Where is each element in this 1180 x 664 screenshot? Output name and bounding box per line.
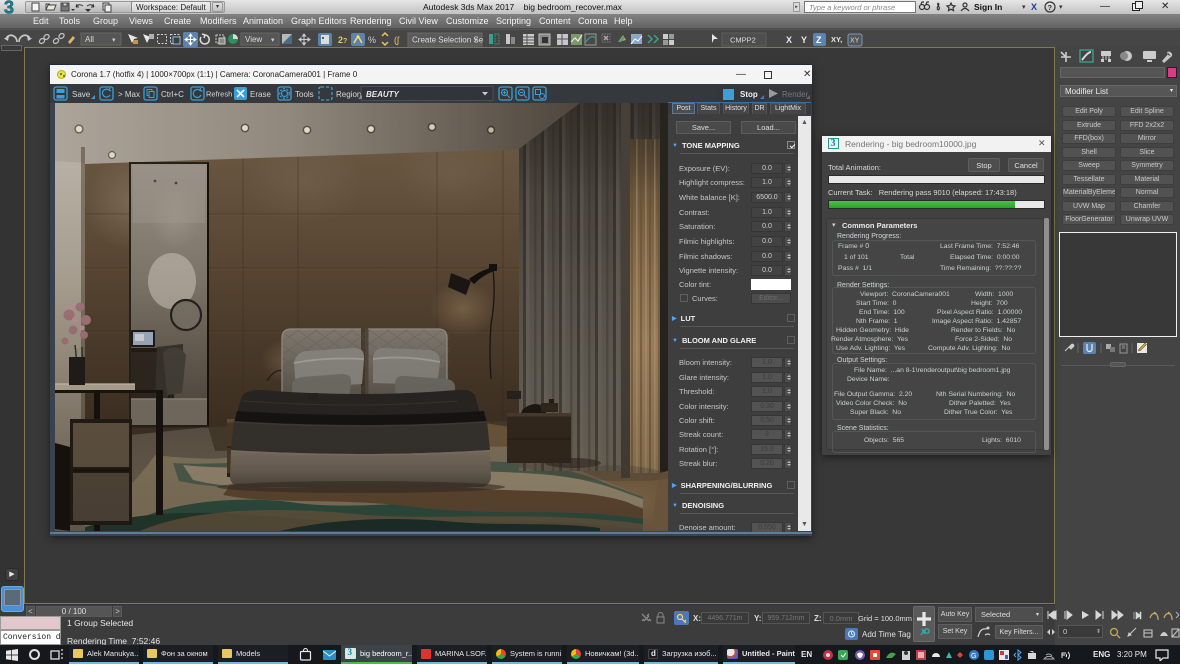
svg-text:Refresh: Refresh [206, 90, 232, 99]
svg-text:XY,: XY, [831, 35, 842, 44]
svg-text:▾: ▾ [1059, 4, 1063, 11]
svg-text:(ʃ: (ʃ [394, 35, 400, 45]
svg-text:Tools: Tools [295, 90, 314, 99]
svg-text:▾: ▾ [1022, 4, 1026, 11]
svg-text:G: G [971, 653, 976, 660]
svg-text:> Max: > Max [118, 90, 140, 99]
svg-text:Sign In: Sign In [974, 2, 1002, 12]
svg-text:%: % [368, 35, 376, 45]
svg-text:Region: Region [336, 90, 361, 99]
svg-text:All: All [85, 35, 94, 44]
svg-text:▾: ▾ [271, 37, 275, 44]
svg-text:XY: XY [850, 38, 860, 45]
svg-text:2?: 2? [338, 35, 347, 45]
svg-text:Stop: Stop [740, 90, 758, 99]
svg-text:Y: Y [801, 35, 807, 45]
svg-text:▾: ▾ [474, 37, 478, 44]
svg-text:Z: Z [816, 35, 822, 45]
svg-text:X: X [786, 35, 792, 45]
svg-text:CMPP2: CMPP2 [730, 36, 756, 45]
svg-text:Save: Save [72, 90, 91, 99]
svg-text:Render: Render [782, 90, 809, 99]
svg-text:X: X [1031, 2, 1037, 12]
svg-text:Ctrl+C: Ctrl+C [161, 90, 184, 99]
svg-text:Erase: Erase [250, 90, 271, 99]
svg-text:▾: ▾ [112, 37, 116, 44]
svg-text:View: View [245, 35, 262, 44]
svg-text:BEAUTY: BEAUTY [366, 90, 400, 99]
svg-text:?: ? [1048, 3, 1053, 12]
svg-text:Create Selection Se: Create Selection Se [412, 36, 484, 45]
